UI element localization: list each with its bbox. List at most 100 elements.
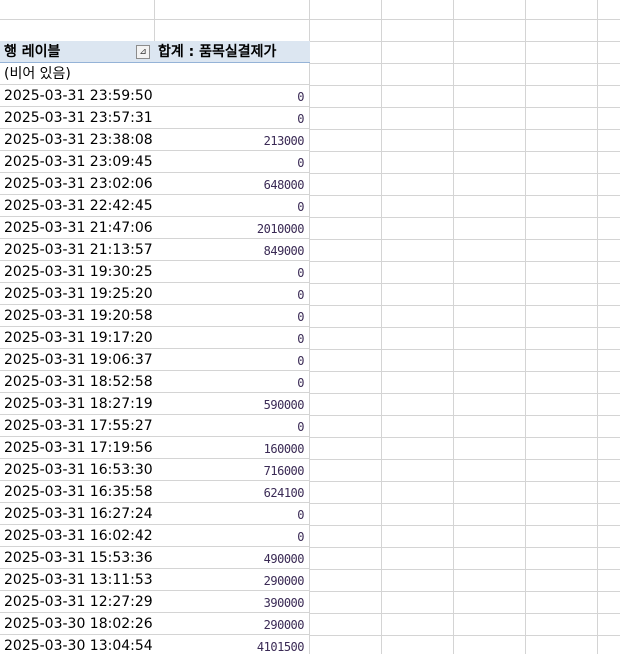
sum-value-cell[interactable]: 624100: [264, 485, 305, 501]
pivot-row[interactable]: 2025-03-31 16:02:42 0: [0, 525, 310, 547]
pivot-row[interactable]: 2025-03-31 23:38:08 213000: [0, 129, 310, 151]
row-gridline: [310, 525, 620, 526]
sum-value-cell[interactable]: 213000: [264, 133, 305, 149]
pivot-row[interactable]: 2025-03-31 19:17:20 0: [0, 327, 310, 349]
row-gridline: [310, 305, 620, 306]
row-label-cell[interactable]: 2025-03-31 17:55:27: [4, 417, 153, 435]
sum-value-cell[interactable]: 0: [297, 199, 304, 215]
row-label-cell[interactable]: 2025-03-31 19:06:37: [4, 351, 153, 369]
pivot-row[interactable]: 2025-03-31 23:02:06 648000: [0, 173, 310, 195]
pivot-row[interactable]: 2025-03-31 21:47:06 2010000: [0, 217, 310, 239]
pivot-row[interactable]: 2025-03-31 13:11:53 290000: [0, 569, 310, 591]
sum-field-header[interactable]: 합계 : 품목실결제가: [158, 43, 276, 61]
row-label-cell[interactable]: 2025-03-31 23:57:31: [4, 109, 153, 127]
row-gridline: [310, 547, 620, 548]
sum-value-cell[interactable]: 0: [297, 309, 304, 325]
sum-value-cell[interactable]: 4101500: [257, 639, 305, 654]
pivot-row[interactable]: 2025-03-31 18:52:58 0: [0, 371, 310, 393]
row-label-header[interactable]: 행 레이블: [4, 43, 60, 61]
pivot-row[interactable]: 2025-03-31 16:27:24 0: [0, 503, 310, 525]
pivot-row[interactable]: 2025-03-31 12:27:29 390000: [0, 591, 310, 613]
row-label-cell[interactable]: 2025-03-31 16:53:30: [4, 461, 153, 479]
pivot-row[interactable]: 2025-03-31 19:06:37 0: [0, 349, 310, 371]
row-label-cell[interactable]: 2025-03-31 19:20:58: [4, 307, 153, 325]
spreadsheet-grid[interactable]: 행 레이블 ⊿ 합계 : 품목실결제가 (비어 있음) 2025-03-31 23…: [0, 0, 620, 654]
sum-value-cell[interactable]: 0: [297, 331, 304, 347]
row-label-cell[interactable]: 2025-03-31 19:25:20: [4, 285, 153, 303]
row-label-cell[interactable]: 2025-03-31 16:35:58: [4, 483, 153, 501]
sum-value-cell[interactable]: 290000: [264, 573, 305, 589]
pivot-row[interactable]: 2025-03-31 15:53:36 490000: [0, 547, 310, 569]
row-gridline: [310, 151, 620, 152]
sum-value-cell[interactable]: 849000: [264, 243, 305, 259]
pivot-row[interactable]: 2025-03-31 23:59:50 0: [0, 85, 310, 107]
sum-value-cell[interactable]: 490000: [264, 551, 305, 567]
row-label-cell[interactable]: 2025-03-30 13:04:54: [4, 637, 153, 654]
sum-value-cell[interactable]: 590000: [264, 397, 305, 413]
sum-value-cell[interactable]: 0: [297, 111, 304, 127]
pivot-row[interactable]: 2025-03-31 23:57:31 0: [0, 107, 310, 129]
row-label-cell[interactable]: (비어 있음): [4, 65, 71, 83]
row-label-cell[interactable]: 2025-03-31 15:53:36: [4, 549, 153, 567]
row-label-cell[interactable]: 2025-03-31 22:42:45: [4, 197, 153, 215]
sum-value-cell[interactable]: 0: [297, 265, 304, 281]
sum-value-cell[interactable]: 0: [297, 419, 304, 435]
sum-value-cell[interactable]: 0: [297, 353, 304, 369]
row-label-cell[interactable]: 2025-03-31 16:02:42: [4, 527, 153, 545]
row-label-cell[interactable]: 2025-03-31 23:09:45: [4, 153, 153, 171]
pivot-row[interactable]: 2025-03-31 22:42:45 0: [0, 195, 310, 217]
row-label-cell[interactable]: 2025-03-31 18:52:58: [4, 373, 153, 391]
pivot-row[interactable]: 2025-03-30 13:04:54 4101500: [0, 635, 310, 654]
row-label-cell[interactable]: 2025-03-31 17:19:56: [4, 439, 153, 457]
pivot-row[interactable]: 2025-03-31 19:30:25 0: [0, 261, 310, 283]
pivot-row[interactable]: 2025-03-31 16:35:58 624100: [0, 481, 310, 503]
row-label-cell[interactable]: 2025-03-31 23:38:08: [4, 131, 153, 149]
row-label-cell[interactable]: 2025-03-31 16:27:24: [4, 505, 153, 523]
sum-value-cell[interactable]: 0: [297, 507, 304, 523]
row-label-cell[interactable]: 2025-03-31 13:11:53: [4, 571, 153, 589]
pivot-row[interactable]: 2025-03-30 18:02:26 290000: [0, 613, 310, 635]
row-gridline: [310, 283, 620, 284]
row-gridline: [310, 613, 620, 614]
row-gridline: [310, 481, 620, 482]
pivot-row[interactable]: 2025-03-31 16:53:30 716000: [0, 459, 310, 481]
pivot-row[interactable]: 2025-03-31 17:55:27 0: [0, 415, 310, 437]
sum-value-cell[interactable]: 648000: [264, 177, 305, 193]
pivot-row[interactable]: 2025-03-31 21:13:57 849000: [0, 239, 310, 261]
row-label-cell[interactable]: 2025-03-31 23:59:50: [4, 87, 153, 105]
row-label-cell[interactable]: 2025-03-31 12:27:29: [4, 593, 153, 611]
filter-dropdown-icon[interactable]: ⊿: [136, 45, 150, 59]
pivot-row[interactable]: (비어 있음): [0, 63, 310, 85]
pivot-row[interactable]: 2025-03-31 17:19:56 160000: [0, 437, 310, 459]
row-label-cell[interactable]: 2025-03-31 21:13:57: [4, 241, 153, 259]
column-gridline: [154, 0, 155, 42]
sum-value-cell[interactable]: 716000: [264, 463, 305, 479]
row-gridline: [310, 591, 620, 592]
row-label-cell[interactable]: 2025-03-31 18:27:19: [4, 395, 153, 413]
sum-value-cell[interactable]: 290000: [264, 617, 305, 633]
row-gridline: [310, 459, 620, 460]
row-gridline: [310, 569, 620, 570]
sum-value-cell[interactable]: 160000: [264, 441, 305, 457]
pivot-header-row: 행 레이블 ⊿ 합계 : 품목실결제가: [0, 41, 310, 63]
row-label-cell[interactable]: 2025-03-31 23:02:06: [4, 175, 153, 193]
row-gridline: [310, 261, 620, 262]
row-gridline: [310, 85, 620, 86]
row-gridline: [310, 371, 620, 372]
sum-value-cell[interactable]: 2010000: [257, 221, 305, 237]
sum-value-cell[interactable]: 0: [297, 375, 304, 391]
sum-value-cell[interactable]: 390000: [264, 595, 305, 611]
pivot-row[interactable]: 2025-03-31 19:20:58 0: [0, 305, 310, 327]
row-label-cell[interactable]: 2025-03-31 19:17:20: [4, 329, 153, 347]
pivot-row[interactable]: 2025-03-31 23:09:45 0: [0, 151, 310, 173]
row-gridline: [310, 63, 620, 64]
sum-value-cell[interactable]: 0: [297, 155, 304, 171]
row-label-cell[interactable]: 2025-03-30 18:02:26: [4, 615, 153, 633]
sum-value-cell[interactable]: 0: [297, 529, 304, 545]
pivot-row[interactable]: 2025-03-31 19:25:20 0: [0, 283, 310, 305]
row-label-cell[interactable]: 2025-03-31 19:30:25: [4, 263, 153, 281]
pivot-row[interactable]: 2025-03-31 18:27:19 590000: [0, 393, 310, 415]
sum-value-cell[interactable]: 0: [297, 287, 304, 303]
sum-value-cell[interactable]: 0: [297, 89, 304, 105]
row-label-cell[interactable]: 2025-03-31 21:47:06: [4, 219, 153, 237]
